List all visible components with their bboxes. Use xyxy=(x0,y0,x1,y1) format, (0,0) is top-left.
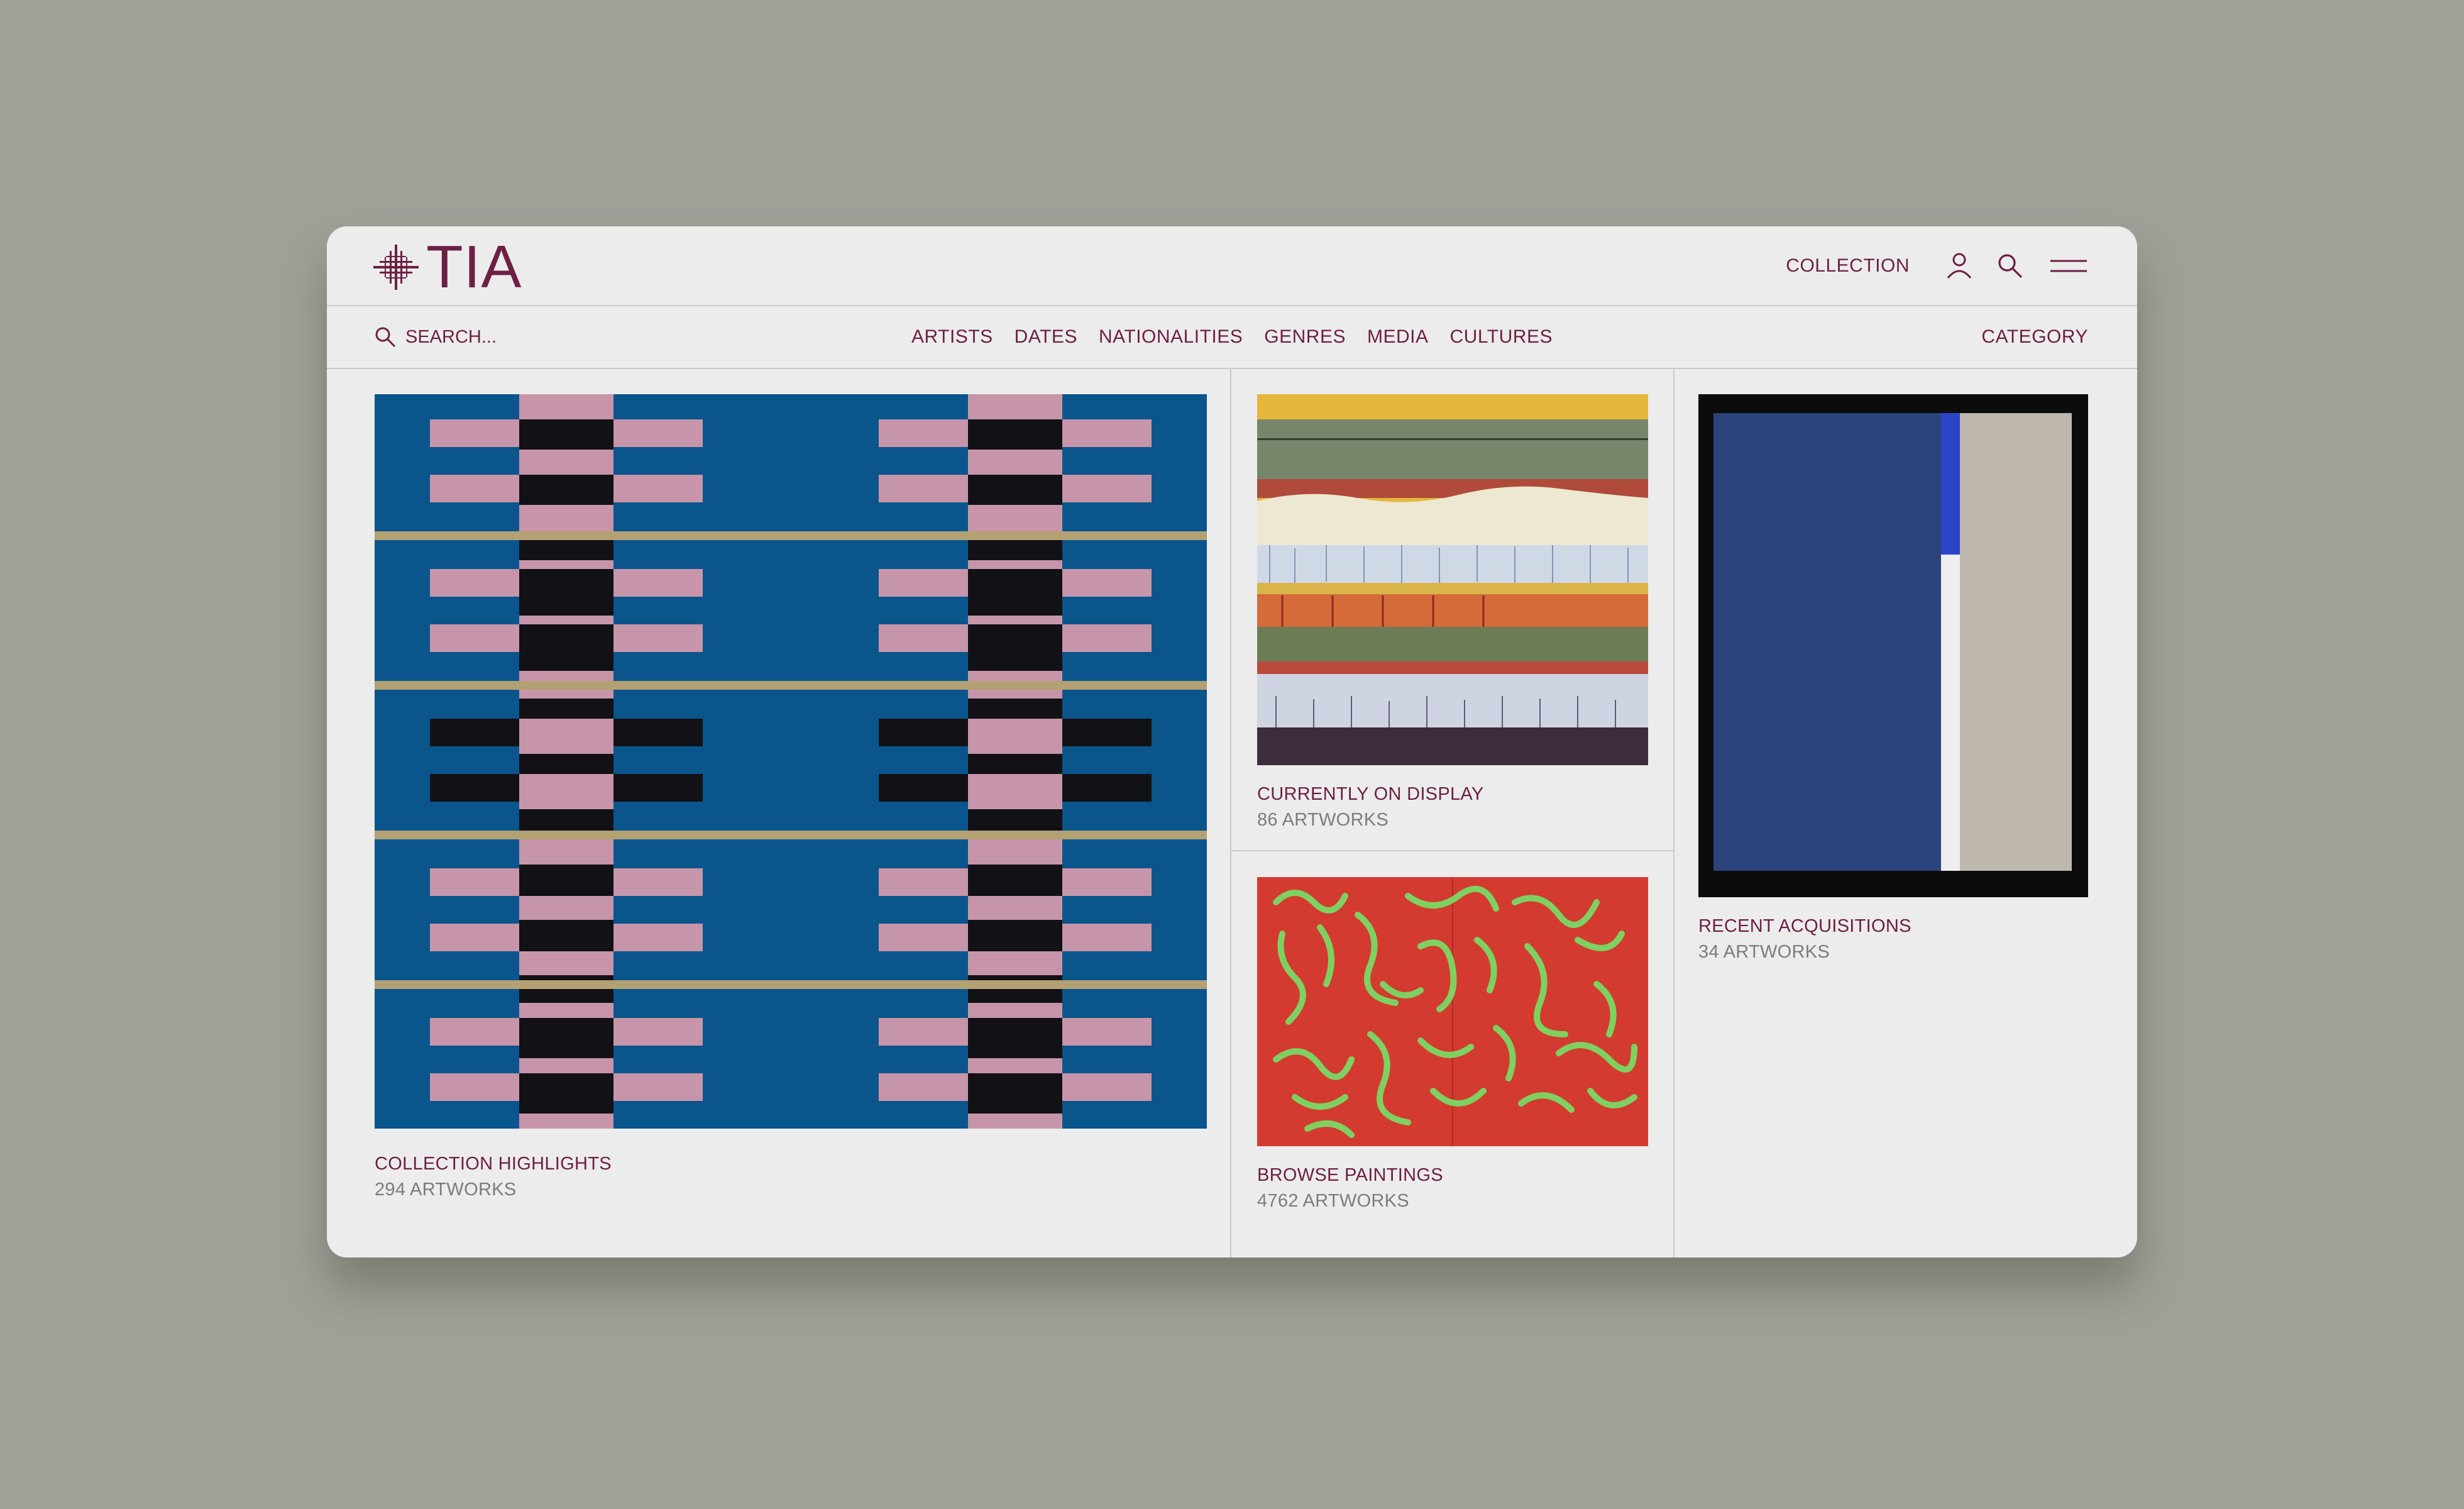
card-title: COLLECTION HIGHLIGHTS xyxy=(375,1154,612,1174)
row-divider xyxy=(1231,850,1673,851)
collection-grid: COLLECTION HIGHLIGHTS 294 ARTWORKS CURRE… xyxy=(327,369,2137,1258)
artwork-image xyxy=(1698,394,2088,897)
collection-link[interactable]: COLLECTION xyxy=(1786,255,1910,277)
browser-window: TIA COLLECTION SEARCH... ARTISTS DATES N… xyxy=(327,226,2137,1258)
filter-artists[interactable]: ARTISTS xyxy=(911,326,993,348)
card-count: 86 ARTWORKS xyxy=(1257,810,1389,830)
artwork-image xyxy=(1257,394,1648,765)
menu-icon[interactable] xyxy=(2050,255,2087,277)
filter-media[interactable]: MEDIA xyxy=(1367,326,1429,348)
card-count: 4762 ARTWORKS xyxy=(1257,1191,1409,1211)
artwork-image xyxy=(1257,877,1648,1146)
search-icon[interactable] xyxy=(1996,252,2024,280)
site-logo[interactable]: TIA xyxy=(371,233,522,301)
logo-text: TIA xyxy=(426,233,522,301)
column-divider xyxy=(1230,369,1231,1258)
card-title: BROWSE PAINTINGS xyxy=(1257,1165,1443,1185)
browse-paintings-card[interactable]: BROWSE PAINTINGS 4762 ARTWORKS xyxy=(1257,877,1648,1212)
logo-mark-icon xyxy=(373,245,419,290)
card-count: 294 ARTWORKS xyxy=(375,1180,517,1200)
category-label: CATEGORY xyxy=(1981,326,2088,347)
artwork-image xyxy=(375,394,1207,1129)
filter-bar: SEARCH... ARTISTS DATES NATIONALITIES GE… xyxy=(327,306,2137,369)
card-title: CURRENTLY ON DISPLAY xyxy=(1257,784,1484,804)
card-title: RECENT ACQUISITIONS xyxy=(1698,916,1911,936)
filter-cultures[interactable]: CULTURES xyxy=(1450,326,1553,348)
user-icon[interactable] xyxy=(1946,252,1972,280)
filter-dates[interactable]: DATES xyxy=(1015,326,1077,348)
category-dropdown[interactable]: CATEGORY xyxy=(1981,306,2088,368)
column-divider xyxy=(1673,369,1675,1258)
filter-nationalities[interactable]: NATIONALITIES xyxy=(1099,326,1243,348)
filter-genres[interactable]: GENRES xyxy=(1264,326,1346,348)
top-right-controls: COLLECTION xyxy=(1786,226,2087,305)
collection-highlights-card[interactable]: COLLECTION HIGHLIGHTS 294 ARTWORKS xyxy=(375,394,1207,1200)
card-count: 34 ARTWORKS xyxy=(1698,942,1830,962)
recent-acquisitions-card[interactable]: RECENT ACQUISITIONS 34 ARTWORKS xyxy=(1698,394,2088,963)
top-navigation-bar: TIA COLLECTION xyxy=(327,226,2137,306)
currently-on-display-card[interactable]: CURRENTLY ON DISPLAY 86 ARTWORKS xyxy=(1257,394,1648,831)
filter-tabs: ARTISTS DATES NATIONALITIES GENRES MEDIA… xyxy=(327,306,2137,368)
